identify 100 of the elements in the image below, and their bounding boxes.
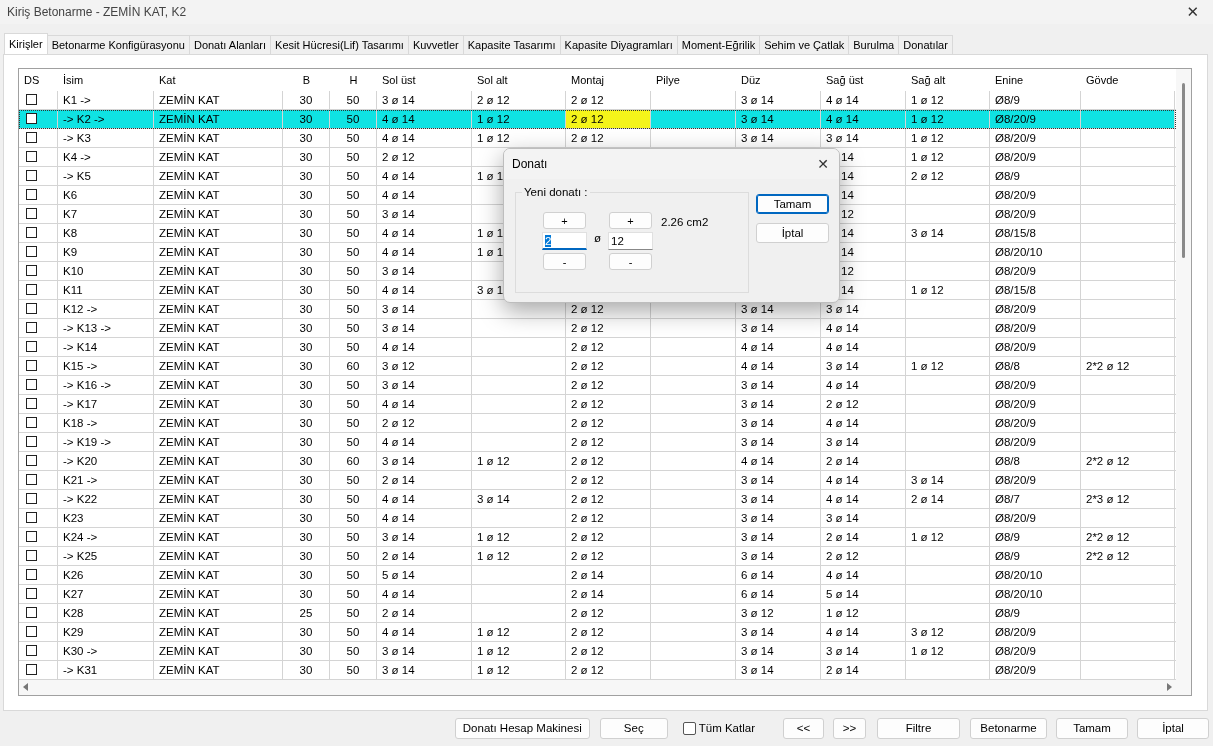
scroll-right-icon[interactable] [1166, 683, 1172, 692]
table-cell: 3 ø 14 [741, 473, 774, 486]
checkbox[interactable] [26, 397, 37, 409]
table-cell: K24 -> [63, 530, 98, 543]
checkbox[interactable] [26, 378, 37, 390]
column-header[interactable]: İsim [58, 68, 154, 91]
checkbox[interactable] [26, 188, 37, 200]
column-header[interactable]: Sol üst [377, 68, 472, 91]
column-header[interactable]: Düz [736, 68, 821, 91]
table-cell: 4 ø 14 [741, 454, 774, 467]
checkbox[interactable] [26, 644, 37, 656]
checkbox[interactable] [26, 625, 37, 637]
plus-button[interactable]: + [609, 212, 653, 229]
checkbox[interactable] [26, 131, 37, 143]
vertical-scrollbar[interactable] [1176, 68, 1191, 680]
table-cell: 1 ø 12 [477, 454, 510, 467]
button[interactable]: İptal [1137, 718, 1209, 739]
checkbox[interactable] [26, 435, 37, 447]
column-header[interactable]: Kat [154, 68, 283, 91]
checkbox[interactable] [26, 245, 37, 257]
table-cell: 14 [841, 150, 854, 163]
table-cell: 2 ø 14 [826, 454, 859, 467]
minus-button[interactable]: - [609, 253, 653, 270]
column-header[interactable]: Montaj [566, 68, 651, 91]
table-cell: 3 ø 14 [741, 644, 774, 657]
tab[interactable]: Donatılar [898, 34, 953, 54]
dialog-button[interactable]: Tamam [756, 194, 829, 214]
tab[interactable]: Kirişler [4, 32, 48, 54]
table-cell: 4 ø 14 [826, 340, 859, 353]
table-cell: ZEMİN KAT [159, 644, 220, 657]
column-header[interactable]: Enine [990, 68, 1081, 91]
table-cell: 4 ø 14 [826, 416, 859, 429]
table-cell: Ø8/20/9 [995, 473, 1036, 486]
tab[interactable]: Moment-Eğrilik [676, 34, 761, 54]
table-cell: 3 ø 14 [741, 321, 774, 334]
dialog-button[interactable]: İptal [756, 223, 829, 243]
checkbox[interactable] [26, 492, 37, 504]
column-header[interactable]: Sağ alt [906, 68, 990, 91]
column-header[interactable]: DS [19, 68, 58, 91]
column-header[interactable]: Sol alt [472, 68, 566, 91]
checkbox[interactable] [26, 340, 37, 352]
checkbox[interactable] [26, 264, 37, 276]
table-cell: ZEMİN KAT [159, 587, 220, 600]
column-header[interactable]: Sağ üst [821, 68, 906, 91]
column-header[interactable]: B [283, 68, 330, 91]
scrollbar-thumb[interactable] [1182, 82, 1185, 258]
tab[interactable]: Kapasite Tasarımı [462, 34, 561, 54]
checkbox[interactable] [26, 150, 37, 162]
input-field[interactable]: 2 [542, 232, 587, 250]
checkbox[interactable] [26, 530, 37, 542]
table-cell: 50 [346, 207, 360, 220]
scroll-left-icon[interactable] [23, 683, 29, 692]
table-cell: 2 ø 12 [571, 625, 604, 638]
column-header[interactable]: Pilye [651, 68, 736, 91]
button[interactable]: >> [833, 718, 866, 739]
table-cell: 2 ø 12 [826, 397, 859, 410]
table-cell: 30 [299, 321, 313, 334]
column-header[interactable]: Gövde [1081, 68, 1175, 91]
checkbox[interactable] [26, 302, 37, 314]
checkbox[interactable] [26, 549, 37, 561]
checkbox-label[interactable]: Tüm Katlar [698, 722, 755, 735]
checkbox[interactable] [26, 473, 37, 485]
checkbox[interactable] [26, 283, 37, 295]
input-field[interactable]: 12 [608, 232, 654, 250]
checkbox[interactable] [26, 663, 37, 675]
button[interactable]: Tamam [1056, 718, 1128, 739]
checkbox[interactable] [26, 359, 37, 371]
button[interactable]: << [783, 718, 824, 739]
minus-button[interactable]: - [543, 253, 586, 270]
checkbox[interactable] [682, 722, 696, 735]
button[interactable]: Filtre [877, 718, 960, 739]
tab[interactable]: Betonarme Konfigürasyonu [46, 34, 190, 54]
table-cell: 60 [346, 454, 360, 467]
table-cell: 3 ø 14 [741, 511, 774, 524]
tab[interactable]: Kesit Hücresi(Lif) Tasarımı [270, 34, 409, 54]
checkbox[interactable] [26, 511, 37, 523]
checkbox[interactable] [26, 454, 37, 466]
table-cell: Ø8/20/9 [995, 264, 1036, 277]
table-cell: 3 ø 14 [382, 644, 415, 657]
tab[interactable]: Sehim ve Çatlak [759, 34, 850, 54]
checkbox[interactable] [26, 606, 37, 618]
checkbox[interactable] [26, 112, 37, 124]
checkbox[interactable] [26, 416, 37, 428]
close-icon[interactable]: ✕ [1180, 4, 1205, 20]
checkbox[interactable] [26, 226, 37, 238]
checkbox[interactable] [26, 93, 37, 105]
checkbox[interactable] [26, 568, 37, 580]
column-header[interactable]: H [330, 68, 377, 91]
button[interactable]: Betonarme [970, 718, 1047, 739]
checkbox[interactable] [26, 169, 37, 181]
tab[interactable]: Kapasite Diyagramları [559, 34, 678, 54]
close-icon[interactable]: ✕ [811, 157, 835, 171]
plus-button[interactable]: + [543, 212, 586, 229]
checkbox[interactable] [26, 321, 37, 333]
button[interactable]: Donatı Hesap Makinesi [454, 718, 590, 739]
checkbox[interactable] [26, 587, 37, 599]
table-cell: 3 ø 14 [382, 302, 415, 315]
checkbox[interactable] [26, 207, 37, 219]
button[interactable]: Seç [599, 718, 668, 739]
table-cell: 2 ø 12 [571, 435, 604, 448]
